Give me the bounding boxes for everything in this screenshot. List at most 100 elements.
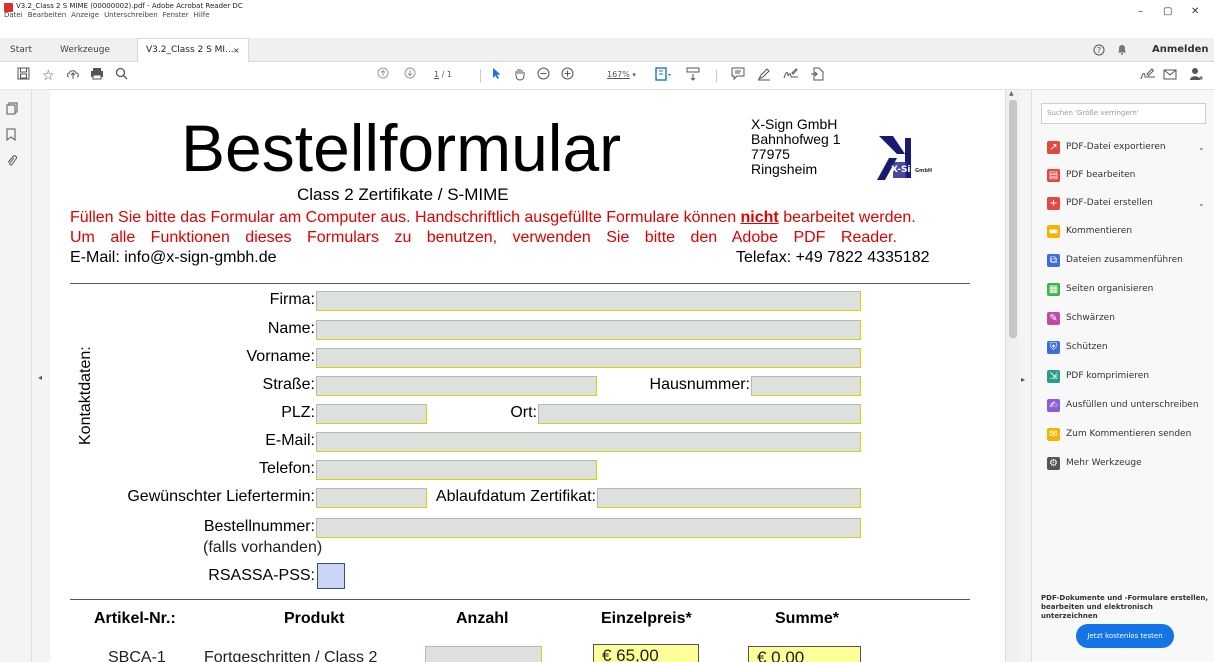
hausnummer-field[interactable] [751,376,861,396]
chevron-left-icon: ◂ [38,373,43,382]
close-tab-icon[interactable]: × [233,39,240,62]
page-thumbnails-icon[interactable] [6,102,18,118]
tool-send-for-comments[interactable]: ✉ Zum Kommentieren senden [1032,420,1214,448]
export-pdf-icon: ↗ [1047,140,1060,154]
comment-icon[interactable] [731,67,745,85]
anzahl-field[interactable] [425,646,542,662]
chevron-right-icon: ▸ [1021,375,1026,384]
plz-field[interactable] [316,404,427,424]
menu-anzeige[interactable]: Anzeige [71,11,99,19]
page-current-input[interactable]: 1 [434,70,439,79]
attachment-icon[interactable] [6,154,17,170]
summe-field: € 0,00 [748,646,861,662]
vertical-scrollbar[interactable]: ▲ [1005,90,1019,662]
menu-datei[interactable]: Datei [4,11,23,19]
scroll-mode-icon[interactable] [686,67,700,85]
toolbar-divider [480,69,481,83]
tools-pane: Suchen 'Größe verringern' ↗ PDF-Datei ex… [1031,90,1214,662]
chevron-down-icon[interactable]: ⌄ [1198,143,1205,152]
pdf-page: Bestellformular Class 2 Zertifikate / S-… [50,90,1005,662]
mail-icon[interactable] [1163,67,1177,85]
tool-organize-pages[interactable]: ▦ Seiten organisieren [1032,275,1214,303]
tab-werkzeuge[interactable]: Werkzeuge [60,38,110,62]
menu-hilfe[interactable]: Hilfe [194,11,210,19]
sign-icon[interactable] [783,67,799,85]
label-name: Name: [267,320,315,337]
tools-search-input[interactable]: Suchen 'Größe verringern' [1041,103,1206,124]
upload-cloud-icon[interactable] [66,67,80,85]
tab-document[interactable]: V3.2_Class 2 S MI... × [137,38,249,62]
tool-edit-pdf[interactable]: ▤ PDF bearbeiten [1032,161,1214,189]
bookmark-icon[interactable] [6,128,16,144]
menu-bearbeiten[interactable]: Bearbeiten [28,11,66,19]
chevron-down-icon[interactable]: ⌄ [1198,199,1205,208]
window-title: V3.2_Class 2 S MIME (00000002).pdf - Ado… [16,2,243,10]
scroll-up-icon[interactable]: ▲ [1009,90,1014,97]
tool-comment[interactable]: ▬ Kommentieren [1032,217,1214,245]
notice-line-1: Füllen Sie bitte das Formular am Compute… [70,209,916,227]
select-cursor-icon[interactable] [491,67,502,85]
search-icon[interactable] [115,67,128,85]
tool-combine-files[interactable]: ⧉ Dateien zusammenführen [1032,246,1214,274]
left-navigation-pane [0,90,32,662]
left-pane-collapse[interactable]: ◂ [32,90,50,662]
right-pane-collapse[interactable]: ▸ [1019,90,1031,662]
liefertermin-field[interactable] [316,488,427,508]
fill-sign-icon[interactable] [810,67,824,85]
x-sign-logo: X-Sign GmbH [875,134,935,182]
fit-page-icon[interactable] [655,67,673,85]
tab-start[interactable]: Start [10,38,32,62]
hand-tool-icon[interactable] [513,67,526,85]
tool-redact[interactable]: ✎ Schwärzen [1032,304,1214,332]
minimize-button[interactable]: – [1138,6,1143,17]
help-icon[interactable]: ? [1093,38,1105,62]
page-up-icon[interactable] [377,67,389,85]
star-icon[interactable]: ☆ [42,67,55,85]
label-hausnummer: Hausnummer: [649,376,750,393]
tool-export-pdf[interactable]: ↗ PDF-Datei exportieren ⌄ [1032,133,1214,161]
zoom-select[interactable]: 167% ▾ [607,70,636,79]
col-header-produkt: Produkt [284,610,345,627]
share-sign-icon[interactable] [1140,67,1156,85]
vorname-field[interactable] [316,348,861,368]
maximize-button[interactable]: ▢ [1163,6,1172,17]
strasse-field[interactable] [316,376,597,396]
tool-compress-pdf[interactable]: ⇲ PDF komprimieren [1032,362,1214,390]
label-telefon: Telefon: [258,460,315,477]
fill-sign-tool-icon: ✍ [1047,398,1060,412]
tool-label: Kommentieren [1066,226,1133,236]
tool-more-tools[interactable]: ⚙ Mehr Werkzeuge [1032,449,1214,477]
telefon-field[interactable] [316,460,597,480]
print-icon[interactable] [90,67,104,85]
tool-fill-and-sign[interactable]: ✍ Ausfüllen und unterschreiben [1032,391,1214,419]
bestellnummer-field[interactable] [316,518,861,538]
name-field[interactable] [316,320,861,340]
menu-unterschreiben[interactable]: Unterschreiben [104,11,158,19]
scrollbar-thumb[interactable] [1009,100,1017,338]
ablaufdatum-field[interactable] [597,488,861,508]
page-down-icon[interactable] [404,67,416,85]
email-field[interactable] [316,432,861,452]
label-falls-vorhanden: (falls vorhanden) [203,539,323,556]
bell-icon[interactable] [1117,38,1127,62]
add-user-icon[interactable] [1189,67,1204,85]
tool-protect[interactable]: ⛨ Schützen [1032,333,1214,361]
tool-create-pdf[interactable]: + PDF-Datei erstellen ⌄ [1032,189,1214,217]
document-canvas[interactable]: Bestellformular Class 2 Zertifikate / S-… [50,90,1005,662]
close-window-button[interactable]: ✕ [1191,6,1199,17]
menu-fenster[interactable]: Fenster [163,11,189,19]
free-trial-button[interactable]: Jetzt kostenlos testen [1076,624,1174,648]
zoom-out-icon[interactable] [537,67,550,85]
zoom-in-icon[interactable] [561,67,574,85]
save-icon[interactable] [17,67,30,85]
zoom-value: 167% [607,70,630,79]
einzelpreis-field: € 65,00 [593,644,699,662]
highlight-pen-icon[interactable] [757,67,771,85]
organize-pages-icon: ▦ [1047,282,1060,296]
address-line: Ringsheim [751,161,818,177]
ort-field[interactable] [538,404,861,424]
rsassa-pss-checkbox[interactable] [317,563,345,589]
firma-field[interactable] [316,291,861,311]
signin-button[interactable]: Anmelden [1152,38,1209,62]
label-vorname: Vorname: [246,348,315,365]
